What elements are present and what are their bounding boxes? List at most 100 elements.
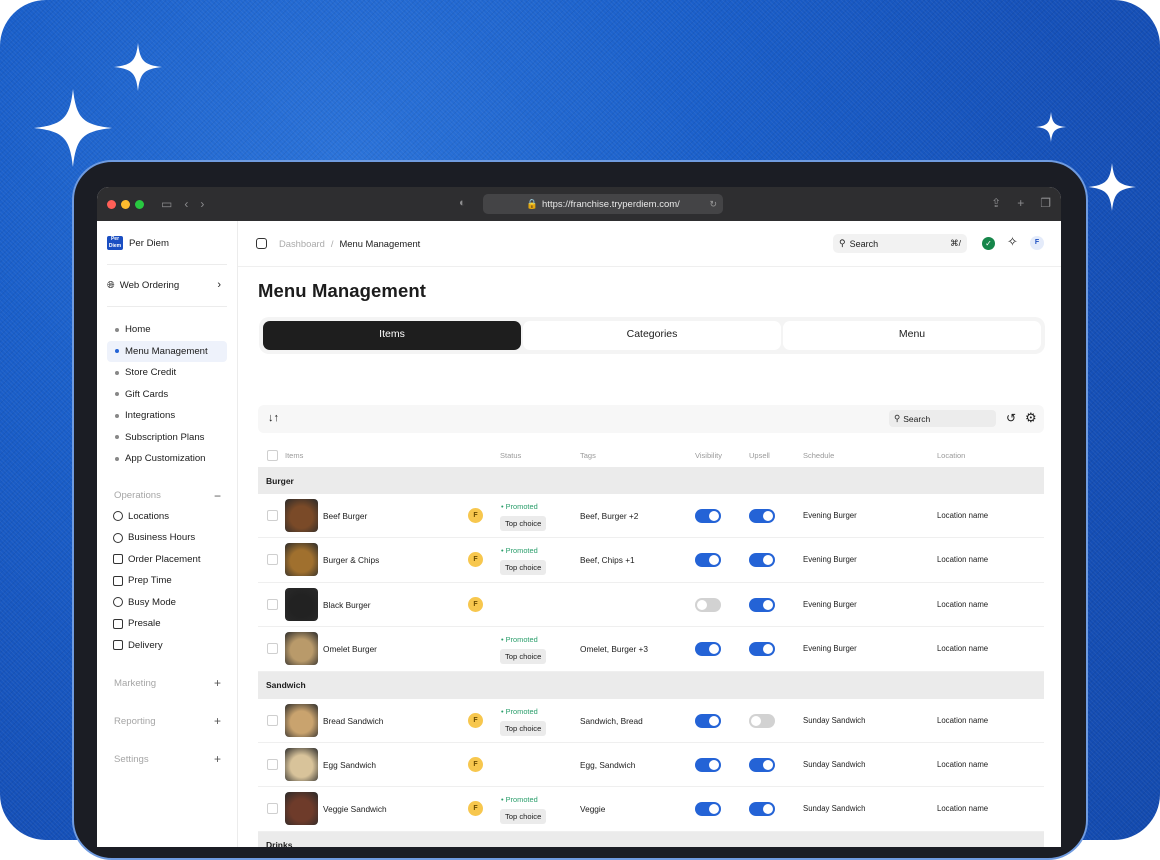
forward-icon[interactable]: › <box>200 197 204 211</box>
item-thumbnail <box>285 747 318 781</box>
sidebar-item-subscription-plans[interactable]: Subscription Plans <box>107 427 227 449</box>
section-reporting[interactable]: Reporting + <box>107 711 227 731</box>
group-header: Drinks <box>258 831 1044 847</box>
search-icon: ⚲ <box>839 238 846 248</box>
item-thumbnail <box>285 587 318 621</box>
avatar[interactable]: F <box>1030 236 1044 250</box>
back-icon[interactable]: ‹ <box>184 197 188 211</box>
upsell-toggle[interactable] <box>749 553 775 568</box>
sidebar-item-delivery[interactable]: Delivery <box>107 635 227 657</box>
table-row[interactable]: Bread Sandwich F • Promoted Top choice Sandw… <box>258 699 1044 743</box>
global-search[interactable]: ⚲ Search ⌘/ <box>833 234 967 253</box>
item-location: Location name <box>937 759 989 769</box>
section-operations[interactable]: Operations − <box>107 486 227 506</box>
item-name[interactable]: Black Burger <box>323 600 371 610</box>
brand[interactable]: Per Diem Per Diem <box>107 235 227 251</box>
sidebar-item-business-hours[interactable]: Business Hours <box>107 527 227 549</box>
collapse-sidebar-icon[interactable] <box>256 238 267 249</box>
table-row[interactable]: Black Burger F Evening Burger Location name <box>258 583 1044 628</box>
row-checkbox[interactable] <box>267 643 278 655</box>
tab-categories[interactable]: Categories <box>523 321 781 350</box>
row-checkbox[interactable] <box>267 510 278 521</box>
item-name[interactable]: Burger & Chips <box>323 555 379 565</box>
row-checkbox[interactable] <box>267 598 278 610</box>
expand-icon: + <box>213 714 221 728</box>
sidebar-item-store-credit[interactable]: Store Credit <box>107 362 227 384</box>
minimize-window-button[interactable] <box>121 199 130 209</box>
sidebar-item-presale[interactable]: Presale <box>107 613 227 635</box>
table-row[interactable]: Veggie Sandwich F • Promoted Top choice Vegg… <box>258 787 1044 832</box>
settings-gear-icon[interactable]: ⚙ <box>1025 410 1037 426</box>
franchise-badge: F <box>468 756 483 772</box>
sidebar-item-home[interactable]: Home <box>107 319 227 341</box>
row-checkbox[interactable] <box>267 554 278 566</box>
visibility-toggle[interactable] <box>695 642 721 657</box>
section-settings[interactable]: Settings + <box>107 749 227 769</box>
item-name[interactable]: Egg Sandwich <box>323 760 376 770</box>
maximize-window-button[interactable] <box>135 199 144 209</box>
upsell-toggle[interactable] <box>749 642 775 657</box>
upsell-toggle[interactable] <box>749 597 775 612</box>
sidebar-item-integrations[interactable]: Integrations <box>107 405 227 427</box>
sidebar-item-app-customization[interactable]: App Customization <box>107 448 227 470</box>
col-tags: Tags <box>580 450 596 460</box>
close-window-button[interactable] <box>107 199 116 209</box>
visibility-toggle[interactable] <box>695 713 721 728</box>
share-icon[interactable]: ⇪ <box>991 196 1001 210</box>
upsell-toggle[interactable] <box>749 509 775 523</box>
sidebar-item-menu-management[interactable]: Menu Management <box>107 340 227 362</box>
address-bar[interactable]: 🔒 https://franchise.tryperdiem.com/ ↻ <box>483 194 723 214</box>
table-search[interactable]: ⚲ Search <box>889 410 996 427</box>
item-tags: Beef, Chips +1 <box>580 555 635 566</box>
row-checkbox[interactable] <box>267 758 278 770</box>
item-thumbnail <box>285 792 318 826</box>
status-chip: Top choice <box>500 809 547 825</box>
operations-nav: Locations Business Hours Order Placement… <box>107 506 227 657</box>
table-row[interactable]: Egg Sandwich F Egg, Sandwich Sunday Sandwic… <box>258 743 1044 788</box>
tabs-overview-icon[interactable]: ❐ <box>1040 196 1051 210</box>
row-checkbox[interactable] <box>267 803 278 815</box>
expand-icon: + <box>213 676 221 690</box>
sidebar-item-gift-cards[interactable]: Gift Cards <box>107 384 227 406</box>
table-row[interactable]: Beef Burger F • Promoted Top choice Beef, Bu… <box>258 494 1044 539</box>
tab-menu[interactable]: Menu <box>783 321 1041 350</box>
item-name[interactable]: Bread Sandwich <box>323 716 383 726</box>
table-toolbar: ↓↑ ⚲ Search ↺ ⚙ <box>258 405 1044 433</box>
breadcrumb-dashboard[interactable]: Dashboard <box>279 238 325 249</box>
table-row[interactable]: Burger & Chips F • Promoted Top choice Beef,… <box>258 538 1044 583</box>
visibility-toggle[interactable] <box>695 553 721 568</box>
refresh-icon[interactable]: ↺ <box>1006 411 1016 425</box>
sidebar-item-order-placement[interactable]: Order Placement <box>107 549 227 571</box>
item-name[interactable]: Omelet Burger <box>323 644 377 654</box>
upsell-toggle[interactable] <box>749 802 775 817</box>
table-row[interactable]: Omelet Burger • Promoted Top choice Omelet,… <box>258 627 1044 672</box>
franchise-badge: F <box>468 801 483 817</box>
sort-icon[interactable]: ↓↑ <box>268 412 279 424</box>
sidebar-toggle-icon[interactable]: ▭ <box>161 197 172 211</box>
visibility-toggle[interactable] <box>695 802 721 817</box>
new-tab-icon[interactable]: + <box>1017 196 1024 210</box>
item-name[interactable]: Veggie Sandwich <box>323 804 387 814</box>
status-chip: Top choice <box>500 720 547 736</box>
breadcrumb-current: Menu Management <box>339 238 421 249</box>
visibility-toggle[interactable] <box>695 597 721 612</box>
sidebar-item-locations[interactable]: Locations <box>107 506 227 528</box>
sidebar-item-busy-mode[interactable]: Busy Mode <box>107 592 227 614</box>
upsell-toggle[interactable] <box>749 757 775 772</box>
status-check-icon[interactable]: ✓ <box>982 237 995 250</box>
item-name[interactable]: Beef Burger <box>323 511 367 521</box>
upsell-toggle[interactable] <box>749 713 775 728</box>
tab-items[interactable]: Items <box>263 321 521 350</box>
visibility-toggle[interactable] <box>695 757 721 772</box>
sidebar-item-prep-time[interactable]: Prep Time <box>107 570 227 592</box>
reload-icon[interactable]: ↻ <box>709 199 717 210</box>
visibility-toggle[interactable] <box>695 509 721 523</box>
workspace-switcher[interactable]: 🌐︎ Web Ordering › <box>107 277 227 293</box>
promoted-status: • Promoted <box>501 546 538 556</box>
section-marketing[interactable]: Marketing + <box>107 673 227 693</box>
row-checkbox[interactable] <box>267 714 278 726</box>
sparkle-icon[interactable]: ✧ <box>1007 234 1018 250</box>
select-all-checkbox[interactable] <box>267 449 278 461</box>
promoted-status: • Promoted <box>501 795 538 805</box>
shield-icon[interactable]: ◐ <box>459 197 466 209</box>
